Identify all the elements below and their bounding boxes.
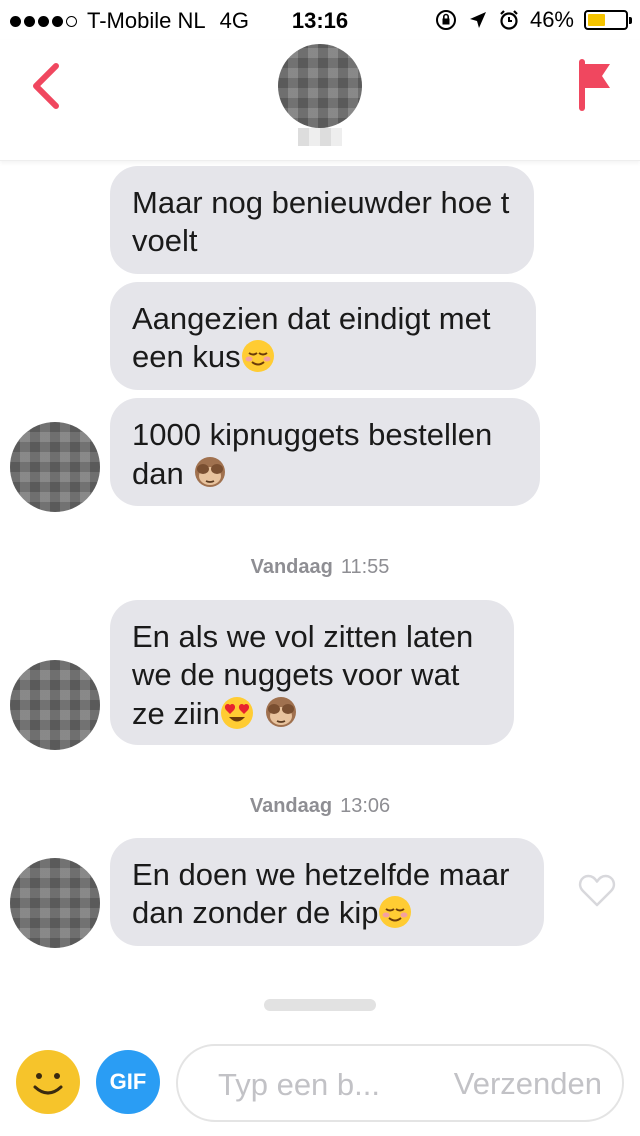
message-text: 1000 kipnuggets bestellen dan [132,417,493,491]
flag-icon[interactable] [576,58,616,114]
location-arrow-icon [469,12,486,28]
see-no-evil-monkey-emoji-icon [265,697,296,727]
status-bar: T-Mobile NL 4G 13:16 46% [0,0,640,40]
message-bubble[interactable]: En doen we hetzelfde maar dan zonder de … [110,838,544,946]
smiley-icon [33,1073,63,1095]
message-timestamp: Vandaag 13:06 [0,795,640,818]
back-chevron-icon[interactable] [26,58,70,114]
message-text: Aangezien dat eindigt met een kus [132,301,491,374]
message-bubble[interactable]: Maar nog benieuwder hoe t voelt [110,166,534,274]
sender-avatar[interactable] [10,660,100,750]
chat-header [0,40,640,161]
sender-avatar[interactable] [10,858,100,948]
status-icons: 46% [434,7,632,33]
match-name-pixelated [298,128,342,146]
message-bubble[interactable]: 1000 kipnuggets bestellen dan [110,398,540,506]
timestamp-time: 11:55 [340,556,390,578]
emoji-picker-button[interactable] [16,1050,80,1114]
message-timestamp: Vandaag 11:55 [0,556,640,579]
message-text: En als we vol zitten laten we de nuggets… [132,619,474,731]
battery-percentage: 46% [529,7,574,32]
battery-icon [584,10,632,30]
message-text: Maar nog benieuwder hoe t voelt [132,185,510,258]
see-no-evil-monkey-emoji-icon [195,457,226,487]
message-text: En doen we hetzelfde maar dan zonder de … [132,857,510,930]
heart-eyes-emoji-icon [220,697,253,729]
relieved-face-emoji-icon [379,896,412,928]
relieved-face-emoji-icon [241,340,274,372]
alarm-icon [500,10,518,30]
timestamp-day: Vandaag [249,795,333,817]
match-avatar[interactable] [278,44,362,128]
gif-button[interactable]: GIF [96,1050,160,1114]
message-bubble[interactable]: En als we vol zitten laten we de nuggets… [110,600,514,745]
send-button[interactable]: Verzenden [454,1066,602,1102]
message-composer: Verzenden [176,1044,624,1122]
message-bubble[interactable]: Aangezien dat eindigt met een kus [110,282,536,390]
drawer-handle[interactable] [264,999,376,1011]
timestamp-time: 13:06 [340,795,391,817]
sender-avatar[interactable] [10,422,100,512]
like-heart-icon[interactable] [578,874,616,908]
timestamp-day: Vandaag [250,556,333,578]
rotation-lock-icon [435,10,456,30]
message-input[interactable] [216,1060,420,1110]
